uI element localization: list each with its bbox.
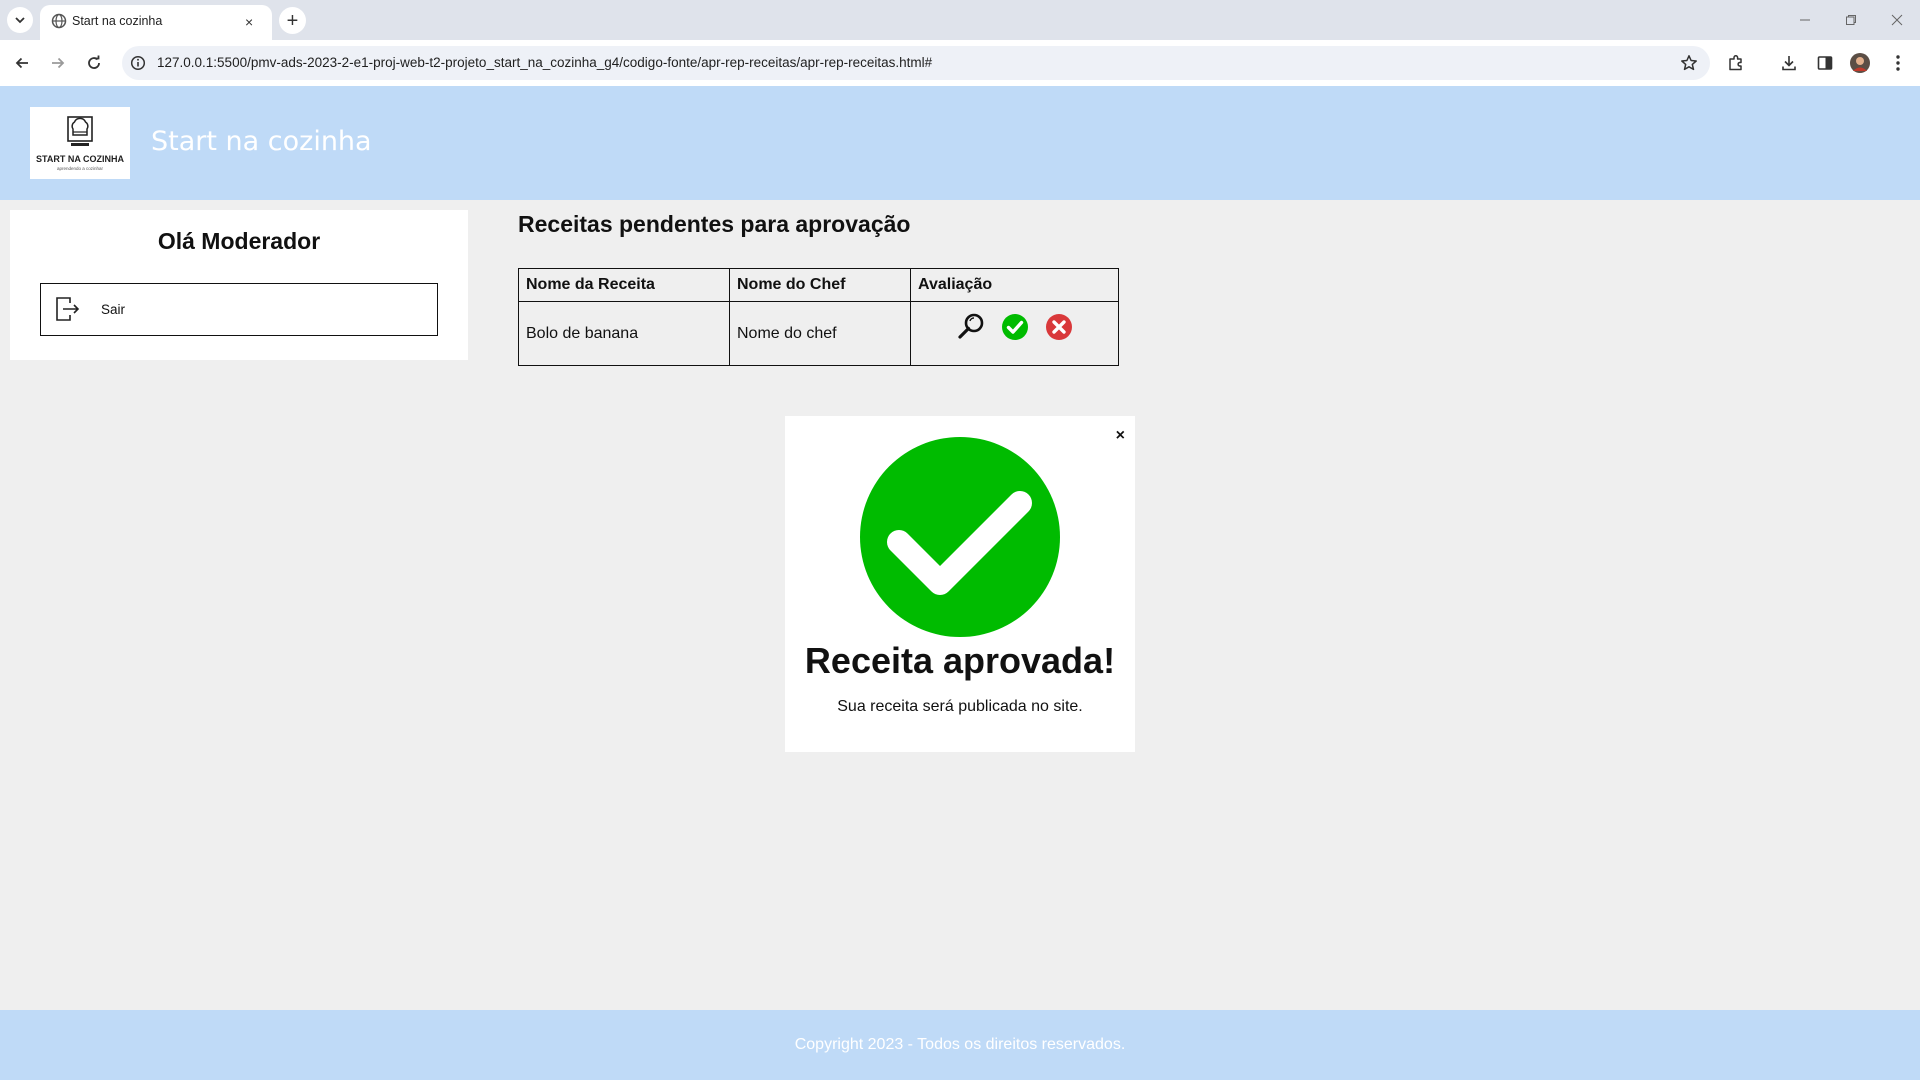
column-header: Avaliação [910, 268, 1119, 302]
logout-button[interactable]: Sair [40, 283, 438, 336]
chef-name-cell: Nome do chef [729, 301, 911, 366]
site-footer: Copyright 2023 - Todos os direitos reser… [0, 1010, 1920, 1080]
tab-title: Start na cozinha [72, 14, 163, 28]
chevron-down-icon [15, 17, 25, 24]
approval-modal: × Receita aprovada! Sua receita será pub… [785, 416, 1135, 752]
forward-button[interactable] [45, 50, 71, 76]
logo-text: START NA COZINHA [36, 154, 124, 164]
page-title: Receitas pendentes para aprovação [518, 211, 911, 237]
pending-recipes-table: Nome da Receita Nome do Chef Avaliação B… [518, 268, 1119, 366]
forward-icon [52, 57, 65, 69]
logout-label: Sair [101, 302, 126, 317]
browser-tab[interactable]: Start na cozinha × [40, 5, 272, 40]
window-controls [1782, 0, 1920, 40]
browser-toolbar: 127.0.0.1:5500/pmv-ads-2023-2-e1-proj-we… [0, 40, 1920, 86]
restore-icon[interactable] [1828, 0, 1874, 40]
back-button[interactable] [9, 50, 35, 76]
tab-close-icon[interactable]: × [245, 14, 253, 30]
side-panel-icon[interactable] [1813, 51, 1837, 75]
logo-tagline: aprendendo a cozinhar [57, 166, 104, 171]
modal-title: Receita aprovada! [804, 640, 1116, 681]
table-row: Bolo de banana Nome do chef [518, 301, 1119, 366]
success-check-icon [860, 437, 1060, 637]
close-window-icon[interactable] [1874, 0, 1920, 40]
sidebar-greeting: Olá Moderador [157, 228, 321, 254]
minimize-icon[interactable] [1782, 0, 1828, 40]
more-menu-icon[interactable] [1886, 51, 1910, 75]
reload-button[interactable] [81, 50, 107, 76]
globe-icon [51, 13, 67, 29]
star-icon[interactable] [1680, 54, 1698, 72]
tab-search-button[interactable] [7, 7, 33, 33]
download-icon[interactable] [1777, 51, 1801, 75]
column-header: Nome do Chef [729, 268, 911, 302]
table-header-row: Nome da Receita Nome do Chef Avaliação [518, 268, 1119, 302]
reject-icon[interactable] [1044, 312, 1074, 342]
approve-icon[interactable] [1000, 312, 1030, 342]
site-title: Start na cozinha [151, 126, 372, 157]
url-text[interactable]: 127.0.0.1:5500/pmv-ads-2023-2-e1-proj-we… [157, 55, 932, 70]
back-icon [15, 57, 28, 69]
evaluation-cell [910, 301, 1119, 366]
sidebar: Olá Moderador Sair [10, 210, 468, 360]
close-icon[interactable]: × [1116, 428, 1125, 444]
copyright-text: Copyright 2023 - Todos os direitos reser… [794, 1036, 1126, 1053]
site-logo[interactable]: START NA COZINHA aprendendo a cozinhar [30, 107, 130, 179]
new-tab-button[interactable]: + [279, 7, 306, 34]
column-header: Nome da Receita [518, 268, 730, 302]
info-icon[interactable] [130, 55, 146, 71]
browser-tabstrip: Start na cozinha × + [0, 0, 1920, 40]
search-icon[interactable] [956, 312, 986, 342]
reload-icon [88, 55, 100, 69]
logout-icon [56, 297, 80, 321]
address-bar[interactable]: 127.0.0.1:5500/pmv-ads-2023-2-e1-proj-we… [122, 46, 1710, 80]
recipe-name-cell: Bolo de banana [518, 301, 730, 366]
site-header: START NA COZINHA aprendendo a cozinhar S… [0, 86, 1920, 200]
extensions-icon[interactable] [1724, 51, 1748, 75]
profile-avatar-icon[interactable] [1848, 51, 1872, 75]
modal-message: Sua receita será publicada no site. [837, 698, 1083, 715]
